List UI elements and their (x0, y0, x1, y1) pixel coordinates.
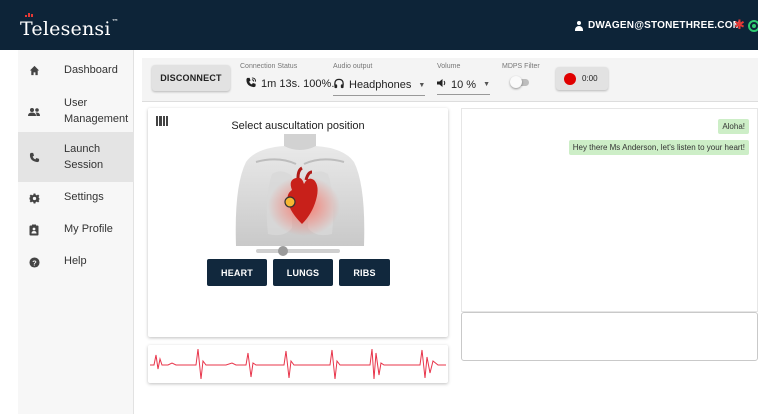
sidebar-item-settings[interactable]: Settings (18, 186, 134, 210)
clipboard-icon (28, 224, 40, 236)
connection-status-icon (748, 20, 758, 32)
logo-mark-icon (25, 13, 33, 17)
top-bar: Telesensi™ DWAGEN@STONETHREE.COM ✱ (0, 0, 758, 50)
sidebar-item-user-management[interactable]: User Management (18, 92, 134, 132)
auscultation-title: Select auscultation position (231, 120, 365, 132)
record-button[interactable]: 0:00 (556, 67, 608, 90)
sidebar: Dashboard User Management Launch Session… (18, 50, 134, 414)
audio-output-label: Audio output (333, 63, 373, 70)
sidebar-item-my-profile[interactable]: My Profile (18, 218, 134, 242)
gear-icon (28, 192, 40, 204)
audio-output-select[interactable]: Headphones ▼ (333, 78, 426, 96)
chat-panel: Aloha! Hey there Ms Anderson, let's list… (461, 108, 758, 312)
home-icon (28, 64, 40, 76)
sidebar-item-help[interactable]: ? Help (18, 250, 134, 274)
ecg-waveform (150, 348, 446, 380)
connection-status-label: Connection Status (240, 63, 298, 70)
record-timer: 0:00 (582, 74, 598, 83)
users-icon (28, 106, 40, 118)
phone-call-icon (245, 77, 257, 91)
disconnect-button[interactable]: DISCONNECT (152, 65, 230, 91)
chat-message: Hey there Ms Anderson, let's listen to y… (568, 140, 749, 155)
phone-icon (28, 151, 40, 163)
lungs-button[interactable]: LUNGS (273, 259, 333, 286)
session-toolbar: DISCONNECT Connection Status 1m 13s. 100… (142, 58, 758, 102)
chat-message: Aloha! (718, 119, 749, 134)
connection-status: 1m 13s. 100%. (245, 77, 334, 91)
audio-output-value: Headphones (349, 79, 412, 91)
sidebar-item-launch-session[interactable]: Launch Session (18, 132, 134, 182)
chevron-down-icon: ▼ (483, 81, 491, 88)
volume-label: Volume (437, 63, 461, 70)
auscultation-panel: Select auscultation position HEART LUNGS… (148, 108, 448, 337)
connection-status-value: 1m 13s. 100%. (261, 78, 335, 90)
mdps-filter-label: MDPS Filter (502, 63, 540, 70)
chat-input[interactable] (461, 312, 758, 361)
ecg-waveform-panel (148, 345, 448, 383)
volume-value: 10 % (451, 78, 477, 91)
headphones-icon (333, 78, 345, 92)
position-slider[interactable] (256, 246, 340, 256)
volume-icon (437, 78, 447, 91)
heart-button[interactable]: HEART (207, 259, 267, 286)
sidebar-item-dashboard[interactable]: Dashboard (18, 50, 134, 90)
slider-thumb[interactable] (278, 246, 289, 256)
volume-select[interactable]: 10 % ▼ (437, 78, 491, 95)
torso-heart-illustration (235, 134, 365, 246)
help-icon: ? (28, 256, 40, 268)
mdps-filter-toggle[interactable] (510, 76, 529, 88)
app-logo[interactable]: Telesensi™ (20, 18, 119, 40)
ribs-button[interactable]: RIBS (339, 259, 390, 286)
chevron-down-icon: ▼ (418, 81, 426, 89)
user-email: DWAGEN@STONETHREE.COM (588, 20, 742, 31)
user-account[interactable]: DWAGEN@STONETHREE.COM (574, 20, 741, 31)
svg-text:?: ? (32, 258, 37, 267)
bluetooth-icon[interactable]: ✱ (734, 17, 745, 33)
record-icon (564, 72, 576, 85)
user-icon (574, 20, 584, 31)
